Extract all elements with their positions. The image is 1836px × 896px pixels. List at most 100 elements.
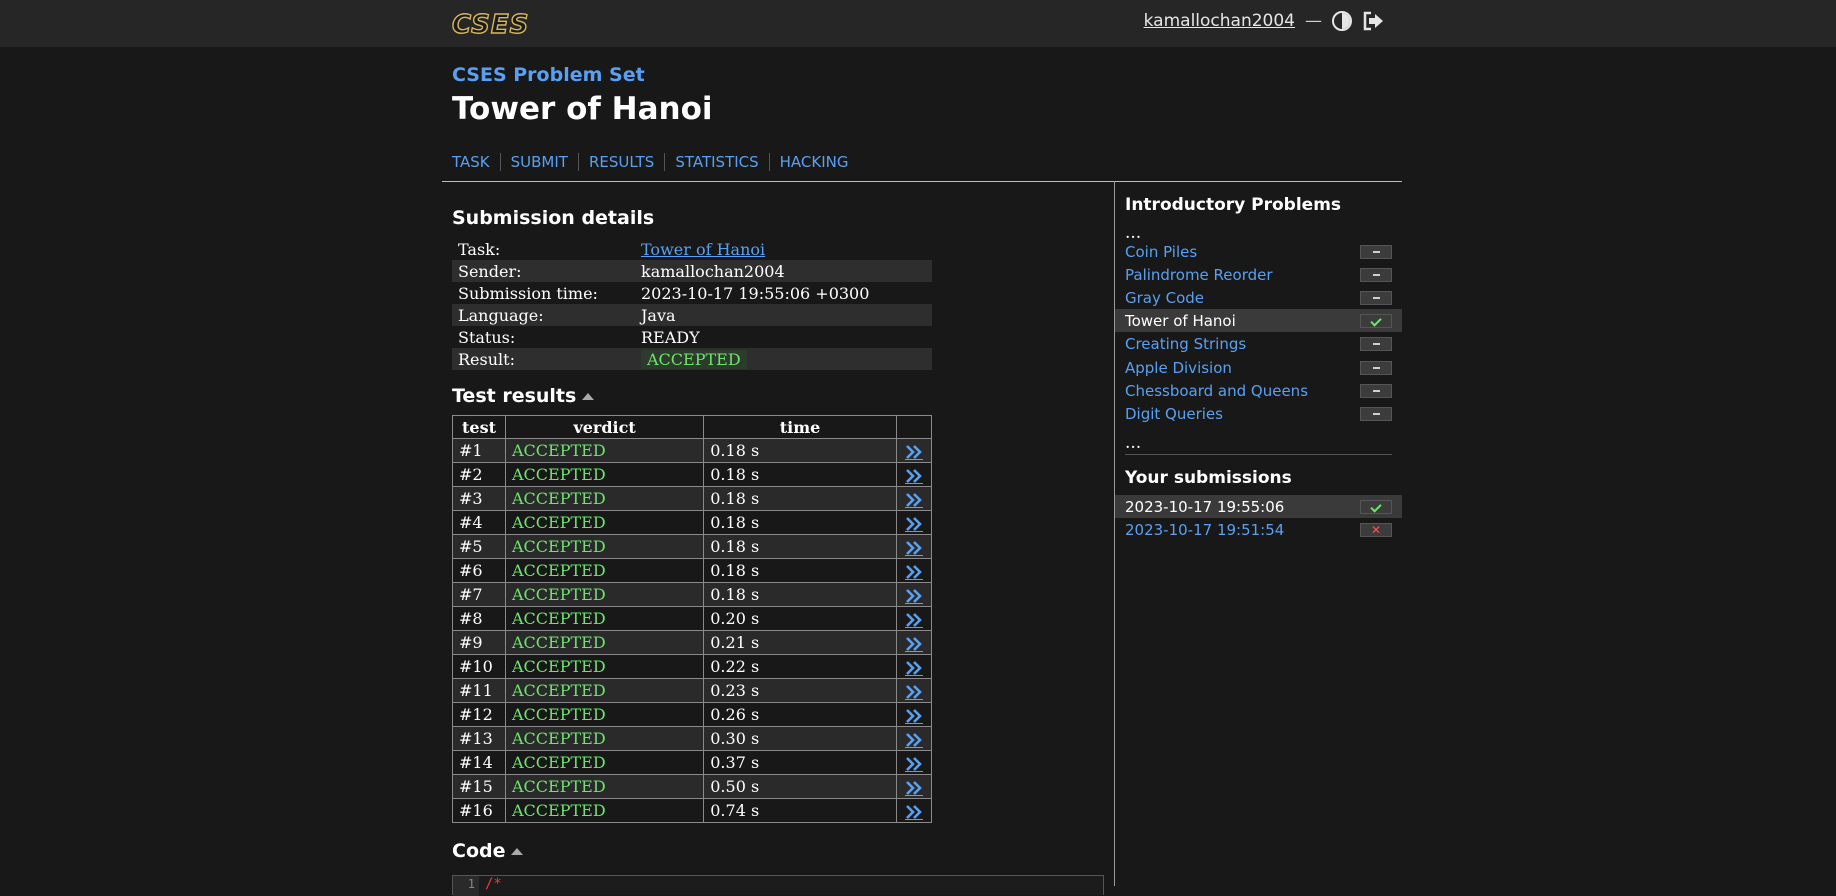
test-time: 0.18 s <box>703 534 897 559</box>
test-number: #11 <box>452 678 506 703</box>
test-number: #10 <box>452 654 506 679</box>
task-name[interactable]: Apple Division <box>1125 359 1232 377</box>
test-results-heading[interactable]: Test results <box>452 385 595 407</box>
task-name[interactable]: Chessboard and Queens <box>1125 382 1308 400</box>
details-key: Result: <box>452 348 635 370</box>
your-submissions-title: Your submissions <box>1125 468 1292 488</box>
sidebar-section-title: Introductory Problems <box>1125 195 1342 215</box>
view-test-icon[interactable] <box>904 588 923 604</box>
theme-toggle-icon[interactable] <box>1332 11 1352 31</box>
table-row: #6 ACCEPTED 0.18 s <box>452 558 933 583</box>
tab-submit[interactable]: SUBMIT <box>499 153 578 171</box>
collapse-up-icon[interactable] <box>511 848 524 855</box>
view-test-icon[interactable] <box>904 612 923 628</box>
view-test-icon[interactable] <box>904 660 923 676</box>
task-name[interactable]: Creating Strings <box>1125 335 1246 353</box>
line-number: 1 <box>453 876 479 896</box>
view-test-icon[interactable] <box>904 516 923 532</box>
details-key: Sender: <box>452 260 635 282</box>
details-row-task: Task: Tower of Hanoi <box>452 238 932 260</box>
test-time: 0.74 s <box>703 798 897 823</box>
tab-task[interactable]: TASK <box>452 153 500 171</box>
code-heading[interactable]: Code <box>452 840 524 862</box>
test-number: #12 <box>452 702 506 727</box>
sidebar-task-item[interactable]: Apple Division <box>1115 356 1402 379</box>
task-name[interactable]: Digit Queries <box>1125 405 1223 423</box>
cses-logo[interactable]: CSES <box>451 9 529 40</box>
unsolved-icon <box>1360 406 1392 421</box>
sidebar-task-item[interactable]: Tower of Hanoi <box>1115 309 1402 333</box>
table-row: #12 ACCEPTED 0.26 s <box>452 702 933 727</box>
sidebar-task-item[interactable]: Creating Strings <box>1115 332 1402 355</box>
sidebar-task-item[interactable]: Chessboard and Queens <box>1115 379 1402 402</box>
tab-results[interactable]: RESULTS <box>577 153 664 171</box>
test-time: 0.21 s <box>703 630 897 655</box>
test-time: 0.50 s <box>703 774 897 799</box>
code-label: Code <box>452 840 506 862</box>
unsolved-icon <box>1360 291 1392 306</box>
test-time: 0.18 s <box>703 582 897 607</box>
table-row: #15 ACCEPTED 0.50 s <box>452 774 933 799</box>
table-row: #10 ACCEPTED 0.22 s <box>452 654 933 679</box>
unsolved-icon <box>1360 245 1392 259</box>
test-time: 0.23 s <box>703 678 897 703</box>
test-number: #13 <box>452 726 506 751</box>
task-link[interactable]: Tower of Hanoi <box>641 240 765 259</box>
test-results-table: test verdict time #1 ACCEPTED 0.18 s #2 ACCE… <box>452 415 933 823</box>
test-number: #15 <box>452 774 506 799</box>
page-title: Tower of Hanoi <box>452 91 713 127</box>
table-row: #2 ACCEPTED 0.18 s <box>452 462 933 487</box>
test-time: 0.18 s <box>703 462 897 487</box>
test-verdict: ACCEPTED <box>504 534 705 559</box>
view-test-icon[interactable] <box>904 540 923 556</box>
test-verdict: ACCEPTED <box>504 606 705 631</box>
test-verdict: ACCEPTED <box>504 630 705 655</box>
collapse-up-icon[interactable] <box>582 393 595 400</box>
test-time: 0.22 s <box>703 654 897 679</box>
submission-item[interactable]: 2023-10-17 19:51:54 ✕ <box>1115 518 1402 541</box>
table-row: #4 ACCEPTED 0.18 s <box>452 510 933 535</box>
sidebar-task-item[interactable]: Coin Piles <box>1115 240 1402 263</box>
submission-time: 2023-10-17 19:55:06 <box>1125 498 1285 516</box>
view-test-icon[interactable] <box>904 708 923 724</box>
submission-item[interactable]: 2023-10-17 19:55:06 <box>1115 495 1402 518</box>
view-test-icon[interactable] <box>904 444 923 460</box>
unsolved-icon <box>1360 337 1392 352</box>
test-verdict: ACCEPTED <box>504 750 705 775</box>
view-test-icon[interactable] <box>904 684 923 700</box>
column-header-time: time <box>703 415 897 439</box>
details-key: Language: <box>452 304 635 326</box>
sidebar-task-item[interactable]: Digit Queries <box>1115 402 1402 425</box>
test-time: 0.37 s <box>703 750 897 775</box>
view-test-icon[interactable] <box>904 564 923 580</box>
view-test-icon[interactable] <box>904 468 923 484</box>
tab-hacking[interactable]: HACKING <box>768 153 859 171</box>
task-name[interactable]: Coin Piles <box>1125 243 1197 261</box>
check-icon <box>1360 314 1392 329</box>
breadcrumb-problem-set[interactable]: CSES Problem Set <box>452 64 645 86</box>
sidebar-task-item[interactable]: Palindrome Reorder <box>1115 263 1402 286</box>
table-row: #8 ACCEPTED 0.20 s <box>452 606 933 631</box>
test-verdict: ACCEPTED <box>504 462 705 487</box>
details-value: READY <box>641 327 700 347</box>
logout-icon[interactable] <box>1362 11 1384 31</box>
details-value: kamallochan2004 <box>635 260 932 282</box>
task-name[interactable]: Gray Code <box>1125 289 1204 307</box>
tab-statistics[interactable]: STATISTICS <box>664 153 768 171</box>
details-row-sender: Sender: kamallochan2004 <box>452 260 932 282</box>
test-verdict: ACCEPTED <box>504 678 705 703</box>
view-test-icon[interactable] <box>904 492 923 508</box>
result-badge: ACCEPTED <box>641 349 747 369</box>
view-test-icon[interactable] <box>904 756 923 772</box>
view-test-icon[interactable] <box>904 804 923 820</box>
sidebar-task-item[interactable]: Gray Code <box>1115 286 1402 309</box>
view-test-icon[interactable] <box>904 732 923 748</box>
username-link[interactable]: kamallochan2004 <box>1144 11 1295 31</box>
code-viewer[interactable]: 1 /* <box>452 875 1104 896</box>
submission-time[interactable]: 2023-10-17 19:51:54 <box>1125 521 1284 539</box>
test-verdict: ACCEPTED <box>504 726 705 751</box>
test-time: 0.30 s <box>703 726 897 751</box>
task-name[interactable]: Palindrome Reorder <box>1125 266 1273 284</box>
view-test-icon[interactable] <box>904 780 923 796</box>
view-test-icon[interactable] <box>904 636 923 652</box>
